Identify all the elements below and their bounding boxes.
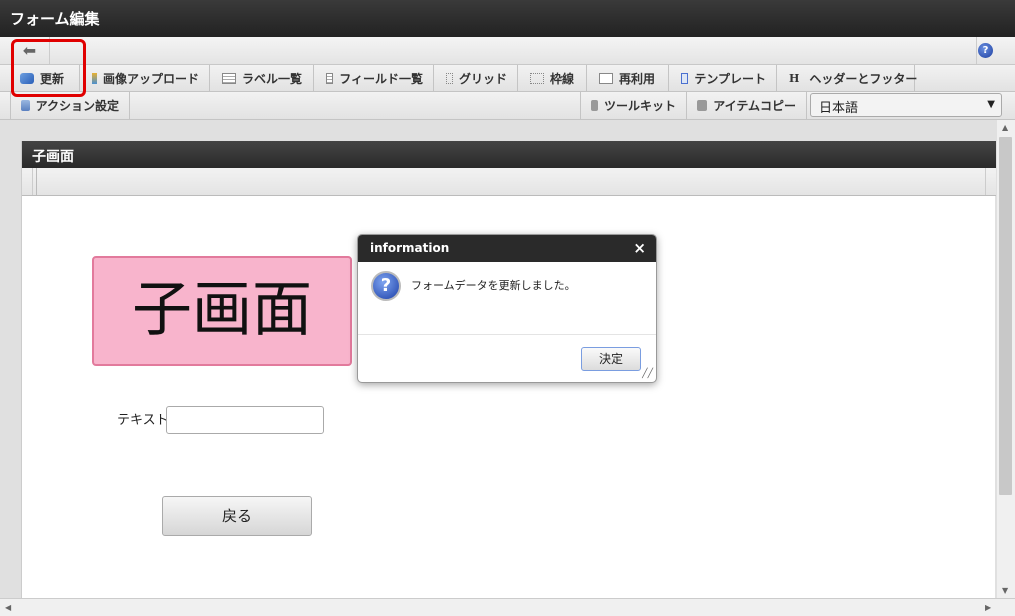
copy-icon <box>599 73 613 84</box>
chevron-down-icon: ▼ <box>987 99 995 110</box>
information-dialog: information × ? フォームデータを更新しました。 決定 ╱╱ <box>357 234 657 383</box>
list-icon <box>326 73 334 84</box>
toolbox-icon <box>697 100 708 111</box>
language-value: 日本語 <box>819 101 859 116</box>
tab-image-upload[interactable]: 画像アップロード <box>82 65 210 92</box>
help-icon[interactable]: ? <box>978 43 993 58</box>
horizontal-scrollbar[interactable]: ◀ ▶ <box>0 598 1015 616</box>
tab-reuse[interactable]: 再利用 <box>589 65 669 92</box>
top-toolbar: ⬅ ? <box>0 37 1015 65</box>
tab-label: フィールド一覧 <box>339 72 423 86</box>
tab-field-list[interactable]: フィールド一覧 <box>316 65 434 92</box>
tab-row-1: 更新 画像アップロード ラベル一覧 フィールド一覧 グリッド 枠線 再利用 テン… <box>0 65 1015 92</box>
text-input[interactable] <box>166 406 324 434</box>
dialog-message: フォームデータを更新しました。 <box>411 279 576 292</box>
image-upload-icon <box>92 73 97 84</box>
tab-header-footer[interactable]: H ヘッダーとフッター <box>779 65 918 92</box>
template-icon <box>681 73 689 84</box>
tab-label: ツールキット <box>603 99 676 113</box>
language-select[interactable]: 日本語 ▼ <box>810 93 1002 117</box>
tab-label: 画像アップロード <box>102 72 199 86</box>
panel-subheader <box>22 168 996 196</box>
tab-label: テンプレート <box>694 72 766 86</box>
tab-grid[interactable]: グリッド <box>436 65 518 92</box>
vertical-scrollbar[interactable]: ▲ ▼ <box>997 120 1015 598</box>
tab-border[interactable]: 枠線 <box>520 65 587 92</box>
header-icon: H <box>789 72 800 85</box>
tab-template[interactable]: テンプレート <box>671 65 777 92</box>
question-icon: ? <box>371 271 401 301</box>
close-icon[interactable]: × <box>633 239 646 257</box>
tab-label: 再利用 <box>619 72 656 86</box>
resize-grip-icon[interactable]: ╱╱ <box>642 369 653 379</box>
action-icon <box>21 100 30 111</box>
text-label: テキスト <box>117 413 169 428</box>
tab-label: アイテムコピー <box>713 99 796 113</box>
divider <box>358 334 656 335</box>
tab-label: アクション設定 <box>35 99 119 113</box>
panel-title: 子画面 <box>22 141 996 168</box>
highlight-box <box>11 39 86 97</box>
title-banner: 子画面 <box>92 256 352 366</box>
tab-label: グリッド <box>458 72 507 86</box>
tab-label: ヘッダーとフッター <box>809 72 918 86</box>
scroll-up-icon[interactable]: ▲ <box>1002 123 1008 132</box>
grid-icon <box>446 73 453 84</box>
scroll-down-icon[interactable]: ▼ <box>1002 586 1008 595</box>
back-form-button[interactable]: 戻る <box>162 496 312 536</box>
scrollbar-thumb[interactable] <box>999 137 1012 495</box>
scroll-right-icon[interactable]: ▶ <box>985 603 991 612</box>
dialog-title: information <box>358 235 656 262</box>
window-title: フォーム編集 <box>0 0 1015 37</box>
border-icon <box>530 73 544 84</box>
scroll-left-icon[interactable]: ◀ <box>5 603 11 612</box>
divider <box>976 37 977 64</box>
tab-item-copy[interactable]: アイテムコピー <box>687 92 807 119</box>
toolbox-icon <box>591 100 598 111</box>
tab-toolkit[interactable]: ツールキット <box>580 92 687 119</box>
tab-label-list[interactable]: ラベル一覧 <box>212 65 314 92</box>
tab-label: 枠線 <box>550 72 575 86</box>
list-icon <box>222 73 236 84</box>
tab-label: ラベル一覧 <box>242 72 303 86</box>
ok-button[interactable]: 決定 <box>581 347 641 371</box>
